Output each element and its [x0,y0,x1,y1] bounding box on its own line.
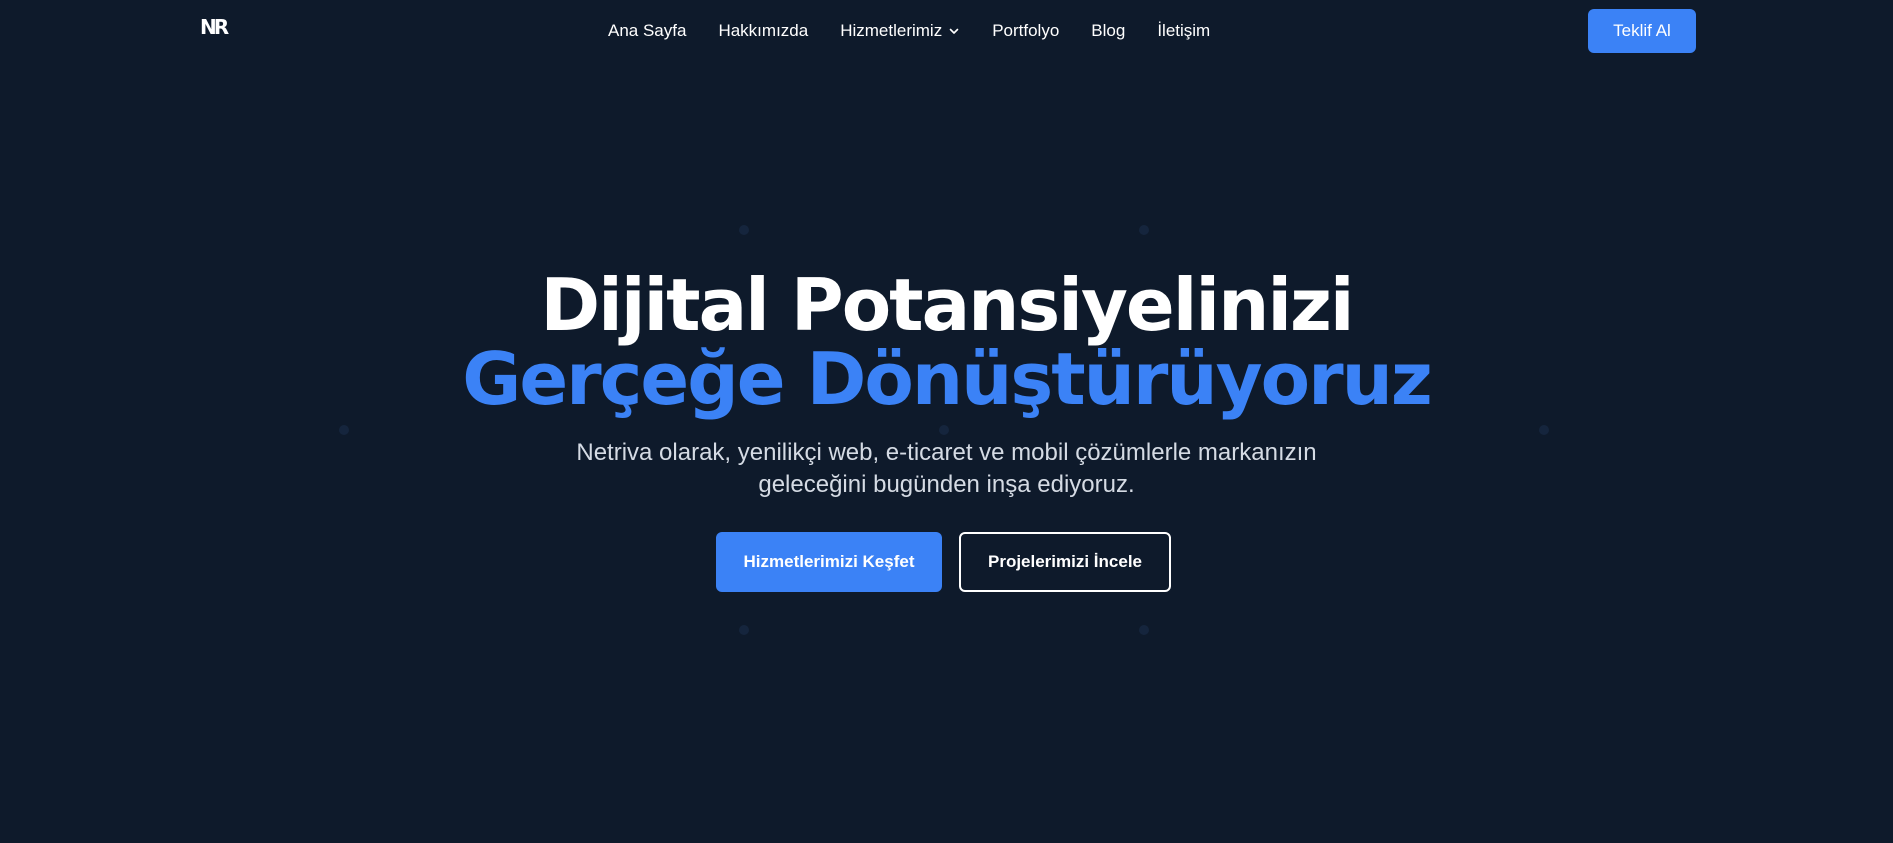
hero-title-line1: Dijital Potansiyelinizi [540,263,1354,347]
hero-subtitle-line1: Netriva olarak, yenilikçi web, e-ticaret… [576,439,1317,466]
nav-item-blog[interactable]: Blog [1091,19,1125,43]
nav-item-portfolyo[interactable]: Portfolyo [992,19,1059,43]
hero-title-line2: Gerçeğe Dönüştürüyoruz [462,337,1433,421]
nav-item-label: Blog [1091,21,1126,40]
page: NR Ana Sayfa Hakkımızda Hizmetlerimiz Po… [0,0,1893,843]
decor-dot [1539,425,1549,435]
main-nav: Ana Sayfa Hakkımızda Hizmetlerimiz Portf… [608,19,1210,43]
chevron-down-icon [949,28,959,34]
explore-services-button[interactable]: Hizmetlerimizi Keşfet [716,532,942,592]
nav-item-label: İletişim [1157,21,1211,40]
decor-dot [339,425,349,435]
nav-item-hizmetlerimiz[interactable]: Hizmetlerimiz [840,19,960,43]
hero-subtitle-line2: geleceğini bugünden inşa ediyoruz. [758,471,1135,498]
hero-subtitle: Netriva olarak, yenilikçi web, e-ticaret… [0,437,1893,501]
decor-dot [739,625,749,635]
decor-dot [1139,225,1149,235]
decor-dot [739,225,749,235]
decor-dot [939,425,949,435]
nav-item-iletisim[interactable]: İletişim [1157,19,1210,43]
nav-item-label: Ana Sayfa [608,21,687,40]
nav-item-label: Hizmetlerimiz [840,21,943,40]
site-header: NR Ana Sayfa Hakkımızda Hizmetlerimiz Po… [0,0,1893,62]
nav-item-label: Hakkımızda [718,21,809,40]
decor-dot [1139,625,1149,635]
nav-item-hakkimizda[interactable]: Hakkımızda [718,19,808,43]
nav-item-label: Portfolyo [992,21,1060,40]
get-quote-button[interactable]: Teklif Al [1588,9,1696,53]
logo[interactable]: NR [200,17,229,37]
nav-item-ana-sayfa[interactable]: Ana Sayfa [608,19,686,43]
view-projects-button[interactable]: Projelerimizi İncele [959,532,1171,592]
